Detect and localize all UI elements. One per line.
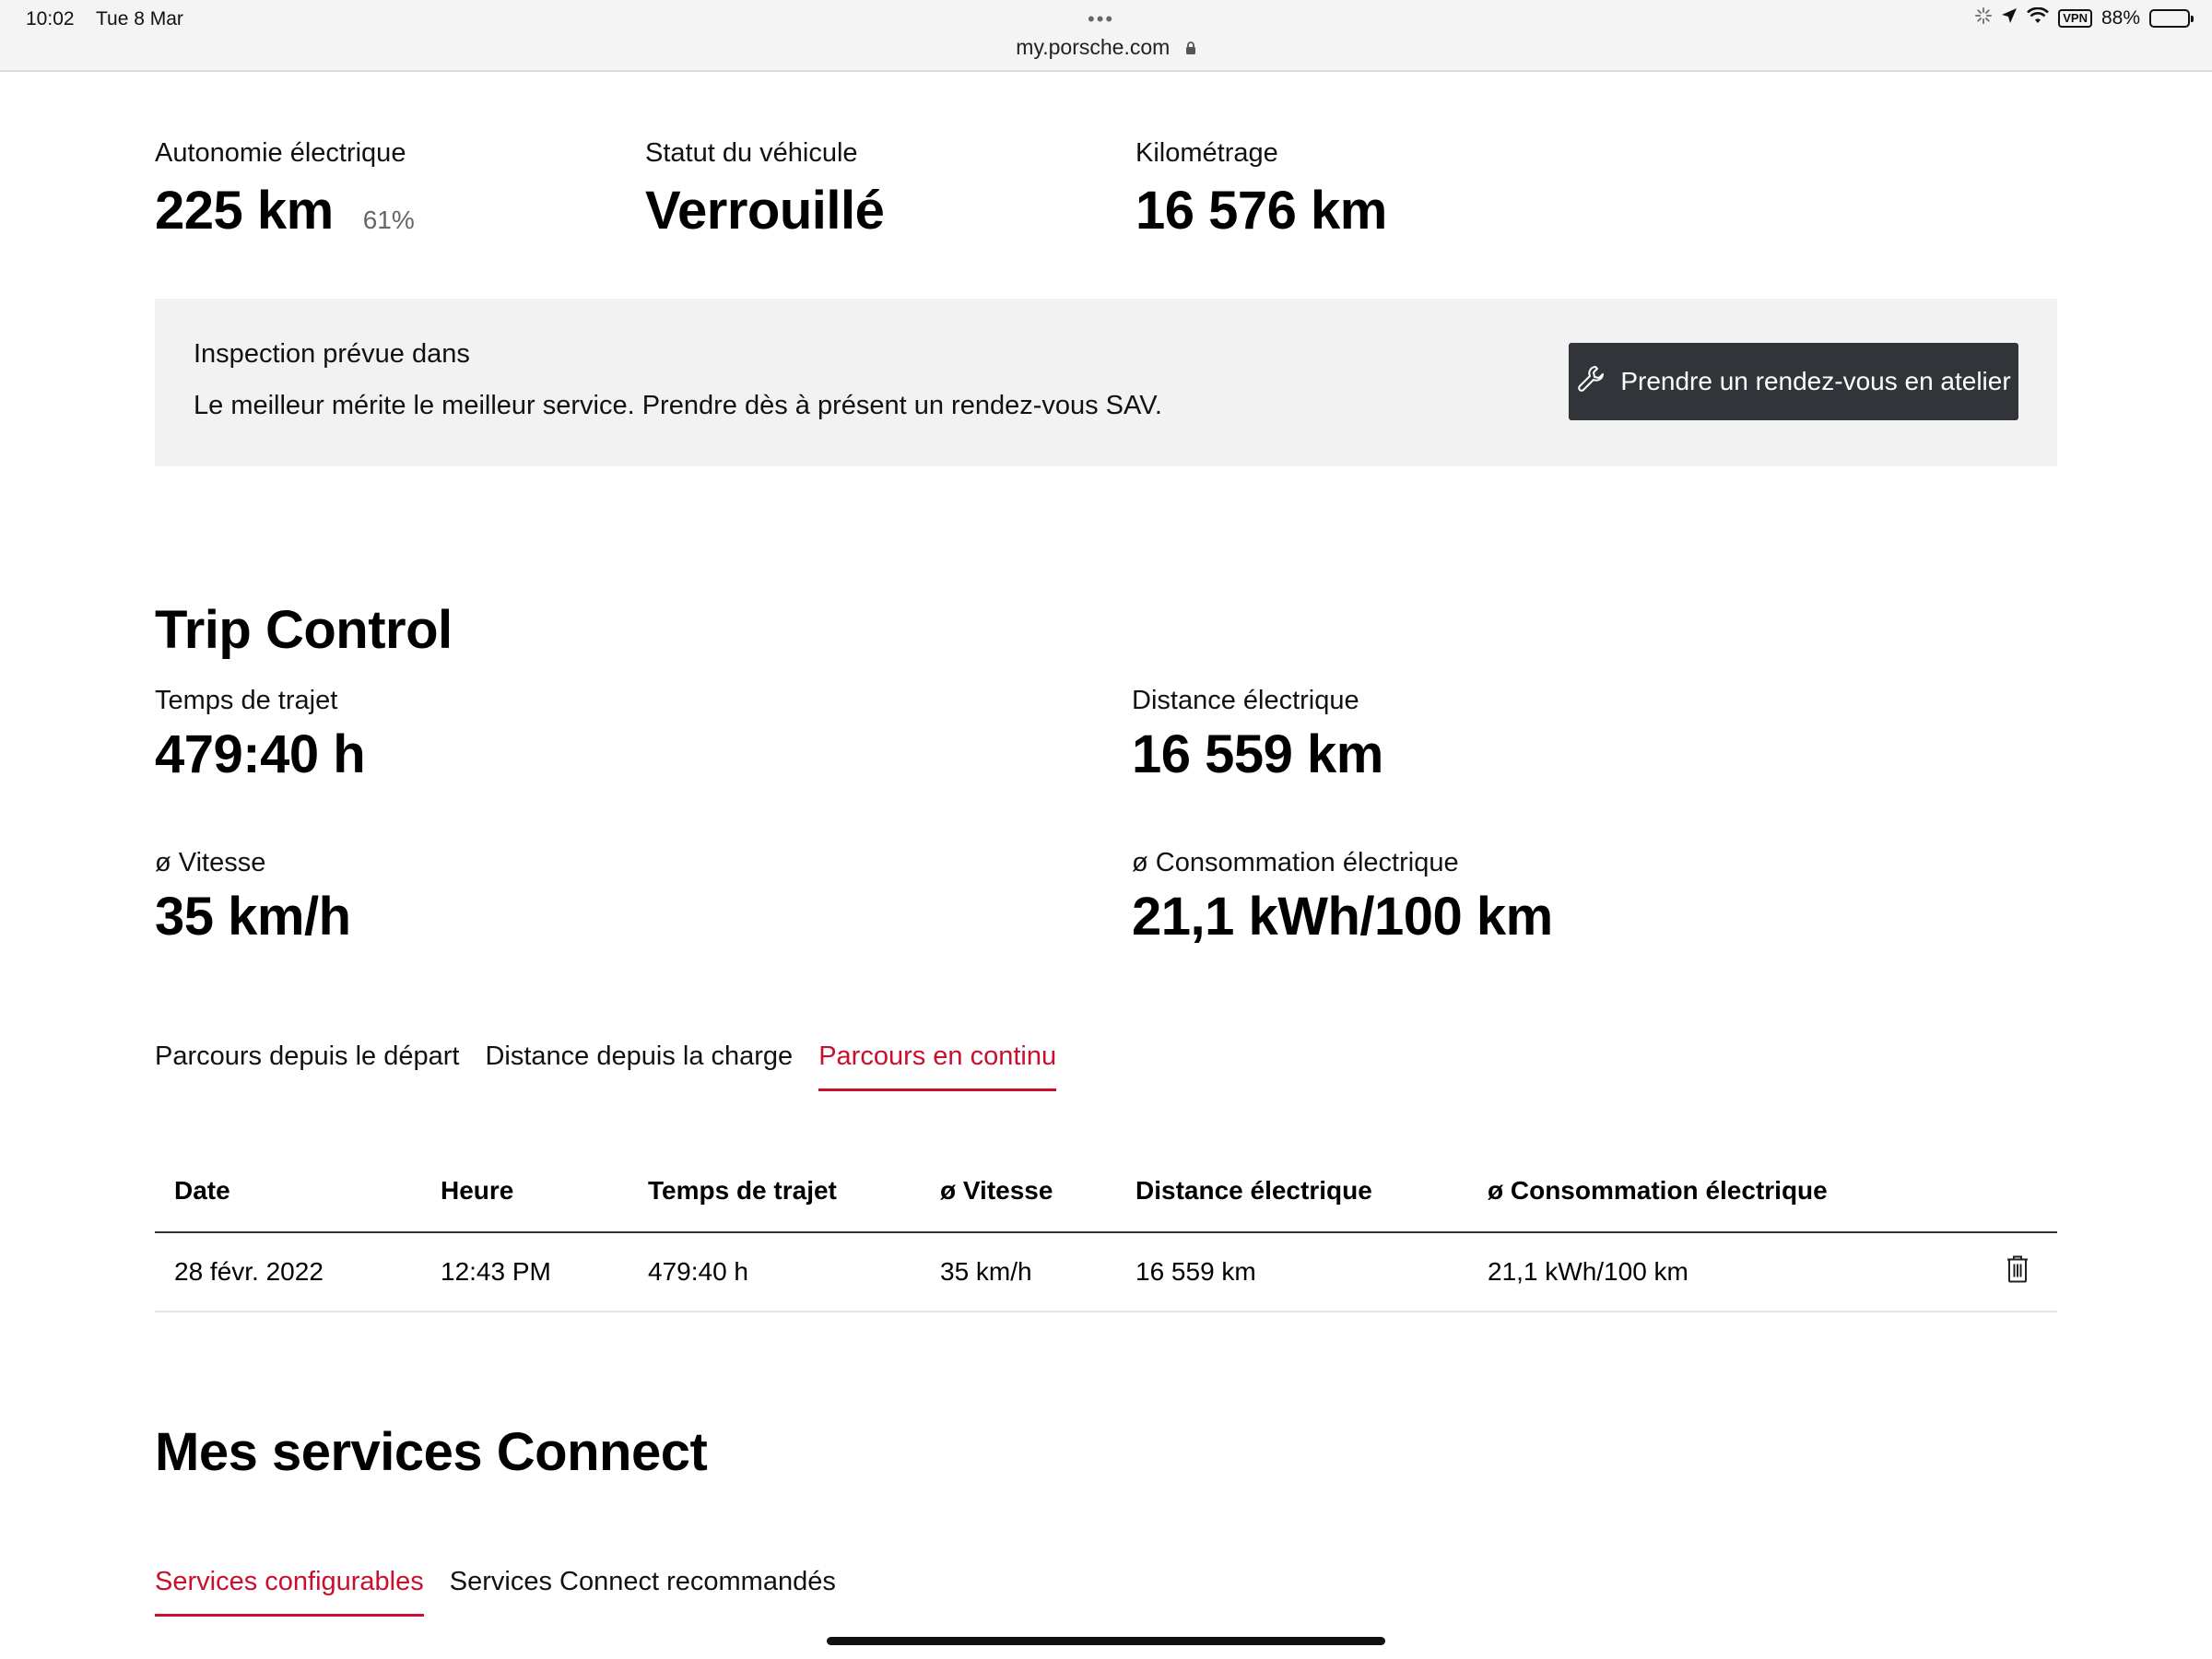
stat-value: 479:40 h bbox=[155, 724, 366, 784]
col-time: Heure bbox=[441, 1176, 514, 1205]
vehicle-status-label: Statut du véhicule bbox=[645, 138, 858, 168]
range-percent: 61% bbox=[362, 206, 415, 234]
range-kpi: Autonomie électrique 225 km 61% bbox=[155, 138, 415, 241]
cell-electric-distance: 16 559 km bbox=[1135, 1257, 1256, 1286]
trip-tabs: Parcours depuis le départ Distance depui… bbox=[155, 1041, 1057, 1091]
stat-label: ø Consommation électrique bbox=[1132, 848, 1459, 877]
stat-value: 35 km/h bbox=[155, 887, 351, 947]
tab-since-start[interactable]: Parcours depuis le départ bbox=[155, 1041, 459, 1091]
cell-date: 28 févr. 2022 bbox=[174, 1257, 324, 1286]
table-header: Date Heure Temps de trajet ø Vitesse Dis… bbox=[155, 1150, 2057, 1233]
battery-percent: 88% bbox=[2100, 7, 2140, 29]
inspection-title: Inspection prévue dans bbox=[194, 339, 470, 369]
mileage-kpi: Kilométrage 16 576 km bbox=[1135, 138, 1387, 241]
stat-label: Temps de trajet bbox=[155, 686, 338, 715]
table-row: 28 févr. 2022 12:43 PM 479:40 h 35 km/h … bbox=[155, 1233, 2057, 1312]
connect-tabs: Services configurables Services Connect … bbox=[155, 1567, 836, 1617]
col-travel-time: Temps de trajet bbox=[648, 1176, 837, 1205]
loading-icon bbox=[1975, 7, 1993, 29]
location-icon bbox=[2001, 7, 2018, 29]
trip-control-title: Trip Control bbox=[155, 600, 453, 660]
stat-avg-consumption: ø Consommation électrique 21,1 kWh/100 k… bbox=[1132, 848, 1553, 947]
home-indicator[interactable] bbox=[827, 1637, 1385, 1645]
tab-since-charge[interactable]: Distance depuis la charge bbox=[485, 1041, 793, 1091]
mileage-label: Kilométrage bbox=[1135, 138, 1278, 168]
trip-table: Date Heure Temps de trajet ø Vitesse Dis… bbox=[155, 1150, 2057, 1312]
range-value-row: 225 km 61% bbox=[155, 180, 415, 241]
stat-value: 21,1 kWh/100 km bbox=[1132, 887, 1553, 947]
vehicle-status-kpi: Statut du véhicule Verrouillé bbox=[645, 138, 885, 241]
book-appointment-button[interactable]: Prendre un rendez-vous en atelier bbox=[1569, 343, 2018, 420]
address-bar[interactable]: my.porsche.com bbox=[0, 35, 2212, 61]
vpn-badge: VPN bbox=[2058, 9, 2092, 28]
tab-recommended-services[interactable]: Services Connect recommandés bbox=[450, 1567, 836, 1617]
status-date: Tue 8 Mar bbox=[96, 8, 183, 29]
inspection-panel: Inspection prévue dans Le meilleur mérit… bbox=[155, 299, 2057, 466]
cell-avg-speed: 35 km/h bbox=[940, 1257, 1032, 1286]
tab-continuous[interactable]: Parcours en continu bbox=[818, 1041, 1057, 1091]
stat-avg-speed: ø Vitesse 35 km/h bbox=[155, 848, 351, 947]
range-label: Autonomie électrique bbox=[155, 138, 406, 168]
cell-time: 12:43 PM bbox=[441, 1257, 551, 1286]
col-electric-distance: Distance électrique bbox=[1135, 1176, 1372, 1205]
battery-icon bbox=[2149, 9, 2194, 28]
stat-label: ø Vitesse bbox=[155, 848, 266, 877]
stat-travel-time: Temps de trajet 479:40 h bbox=[155, 686, 366, 785]
col-date: Date bbox=[174, 1176, 230, 1205]
status-icons: VPN 88% bbox=[1975, 6, 2194, 29]
book-appointment-label: Prendre un rendez-vous en atelier bbox=[1620, 367, 2011, 395]
col-avg-speed: ø Vitesse bbox=[940, 1176, 1053, 1205]
col-avg-consumption: ø Consommation électrique bbox=[1488, 1176, 1828, 1205]
cell-avg-consumption: 21,1 kWh/100 km bbox=[1488, 1257, 1688, 1286]
cell-travel-time: 479:40 h bbox=[648, 1257, 748, 1286]
wrench-icon bbox=[1576, 364, 1606, 400]
delete-trash-icon[interactable] bbox=[2006, 1254, 2030, 1290]
url-text: my.porsche.com bbox=[1016, 35, 1171, 59]
stat-electric-distance: Distance électrique 16 559 km bbox=[1132, 686, 1383, 785]
lock-icon bbox=[1185, 36, 1196, 61]
stat-value: 16 559 km bbox=[1132, 724, 1383, 784]
status-time: 10:02 bbox=[26, 8, 75, 29]
range-value: 225 km bbox=[155, 181, 334, 241]
more-dots-icon[interactable]: ••• bbox=[1088, 7, 1114, 31]
inspection-text: Le meilleur mérite le meilleur service. … bbox=[194, 391, 1162, 420]
tab-configurable-services[interactable]: Services configurables bbox=[155, 1567, 424, 1617]
stat-label: Distance électrique bbox=[1132, 686, 1359, 715]
browser-status-bar: 10:02 Tue 8 Mar ••• my.porsche.com VPN 8… bbox=[0, 0, 2212, 72]
connect-services-title: Mes services Connect bbox=[155, 1422, 708, 1482]
wifi-icon bbox=[2027, 6, 2050, 29]
mileage-value: 16 576 km bbox=[1135, 181, 1387, 241]
vehicle-status-value: Verrouillé bbox=[645, 181, 885, 241]
